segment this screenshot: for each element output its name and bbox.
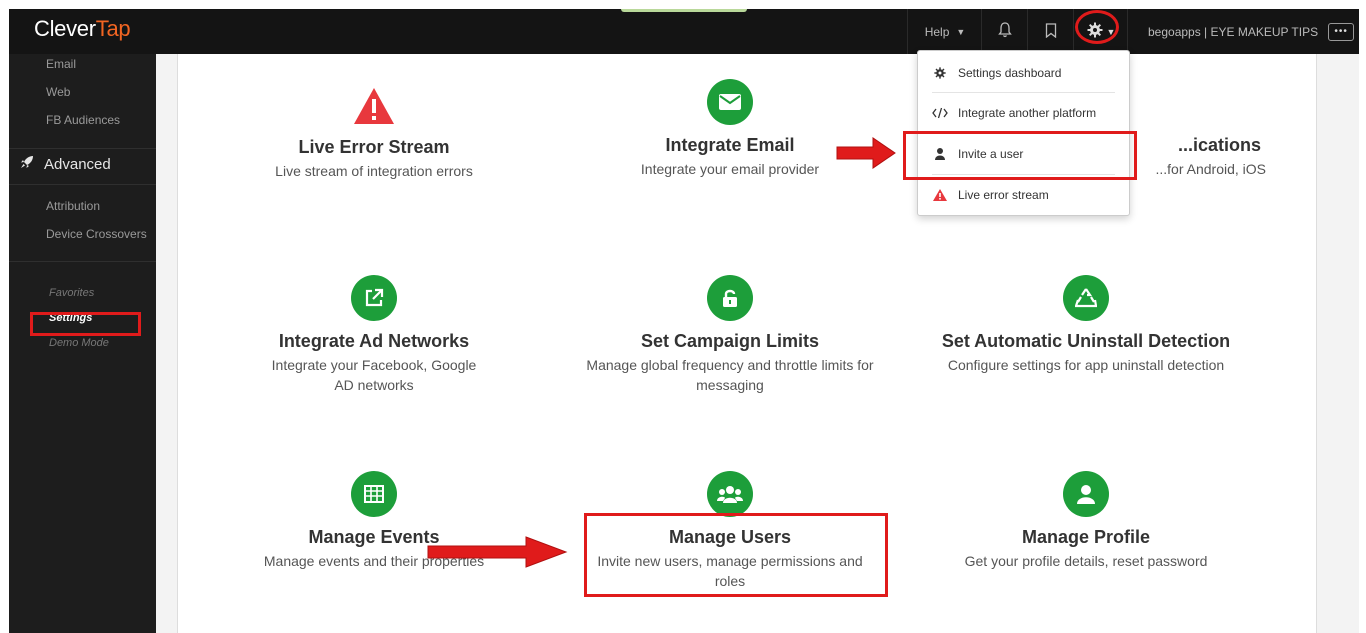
sidebar-divider: [9, 184, 156, 185]
sidebar-item-device-crossovers[interactable]: Device Crossovers: [46, 227, 147, 241]
envelope-icon: [707, 79, 753, 125]
gear-highlight-circle: [1075, 10, 1119, 44]
bookmark-icon: [1045, 22, 1057, 41]
account-label: begoapps | EYE MAKEUP TIPS: [1148, 24, 1319, 39]
card-description: Manage global frequency and throttle lim…: [586, 357, 874, 393]
advanced-label: Advanced: [44, 155, 111, 173]
annotation-arrow-manage-users: [427, 536, 568, 568]
sidebar-item-demo-mode[interactable]: Demo Mode: [49, 337, 109, 349]
card-title: Set Campaign Limits: [640, 331, 820, 351]
top-navigation-bar: CleverTap Help ▼ ▼ begoapps | EYE MAKEUP…: [9, 9, 1359, 54]
notification-strip: [621, 9, 747, 12]
card-description: Integrate your Facebook, Google AD netwo…: [271, 357, 477, 393]
warning-icon: [194, 83, 554, 129]
card-integrate-ad-networks[interactable]: Integrate Ad Networks Integrate your Fac…: [194, 275, 554, 395]
settings-highlight-box: [30, 312, 141, 336]
sidebar-section-advanced[interactable]: Advanced: [20, 155, 111, 173]
app-frame: CleverTap Help ▼ ▼ begoapps | EYE MAKEUP…: [9, 9, 1359, 633]
card-title: Set Automatic Uninstall Detection: [941, 331, 1231, 351]
menu-item-label: Live error stream: [958, 188, 1049, 202]
card-set-automatic-uninstall-detection[interactable]: Set Automatic Uninstall Detection Config…: [906, 275, 1266, 375]
external-link-icon: [351, 275, 397, 321]
notifications-button[interactable]: [981, 9, 1028, 54]
unlock-icon: [707, 275, 753, 321]
card-description: Live stream of integration errors: [275, 163, 473, 179]
bookmark-button[interactable]: [1027, 9, 1074, 54]
sidebar: Email Web FB Audiences Advanced Attribut…: [9, 54, 156, 633]
invite-user-highlight-box: [903, 131, 1137, 180]
sidebar-item-email[interactable]: Email: [46, 57, 76, 71]
user-icon: [1063, 471, 1109, 517]
gear-icon: [932, 67, 948, 79]
bell-icon: [998, 22, 1012, 41]
users-icon: [707, 471, 753, 517]
more-options-icon[interactable]: •••: [1328, 22, 1355, 41]
menu-item-integrate-another-platform[interactable]: Integrate another platform: [918, 93, 1129, 133]
sidebar-item-attribution[interactable]: Attribution: [46, 199, 100, 213]
help-label: Help: [924, 24, 950, 39]
menu-item-settings-dashboard[interactable]: Settings dashboard: [918, 53, 1129, 93]
menu-item-label: Settings dashboard: [958, 66, 1062, 80]
sidebar-divider: [9, 148, 156, 149]
warning-icon: [932, 189, 948, 201]
recycle-icon: [1063, 275, 1109, 321]
card-title: Live Error Stream: [298, 137, 450, 157]
table-icon: [351, 471, 397, 517]
code-icon: [932, 107, 948, 119]
card-live-error-stream[interactable]: Live Error Stream Live stream of integra…: [194, 83, 554, 181]
help-menu-button[interactable]: Help ▼: [907, 9, 982, 54]
sidebar-divider: [9, 261, 156, 262]
card-title: Manage Profile: [1021, 527, 1151, 547]
card-set-campaign-limits[interactable]: Set Campaign Limits Manage global freque…: [550, 275, 910, 395]
card-description: Configure settings for app uninstall det…: [947, 357, 1225, 373]
card-title: Integrate Ad Networks: [278, 331, 470, 351]
card-description: Get your profile details, reset password: [964, 553, 1208, 569]
clevertap-logo[interactable]: CleverTap: [34, 16, 131, 42]
menu-item-live-error-stream[interactable]: Live error stream: [918, 175, 1129, 215]
sidebar-item-favorites[interactable]: Favorites: [49, 287, 94, 299]
sidebar-item-fb-audiences[interactable]: FB Audiences: [46, 113, 120, 127]
card-manage-profile[interactable]: Manage Profile Get your profile details,…: [906, 471, 1266, 571]
settings-content-panel: Live Error Stream Live stream of integra…: [177, 54, 1317, 633]
manage-users-highlight-box: [584, 513, 888, 597]
annotation-arrow-invite: [836, 137, 896, 169]
sidebar-item-web[interactable]: Web: [46, 85, 70, 99]
menu-item-label: Integrate another platform: [958, 106, 1097, 120]
caret-down-icon: ▼: [956, 26, 966, 37]
account-menu[interactable]: begoapps | EYE MAKEUP TIPS •••: [1127, 9, 1359, 54]
rocket-icon: [20, 155, 44, 173]
